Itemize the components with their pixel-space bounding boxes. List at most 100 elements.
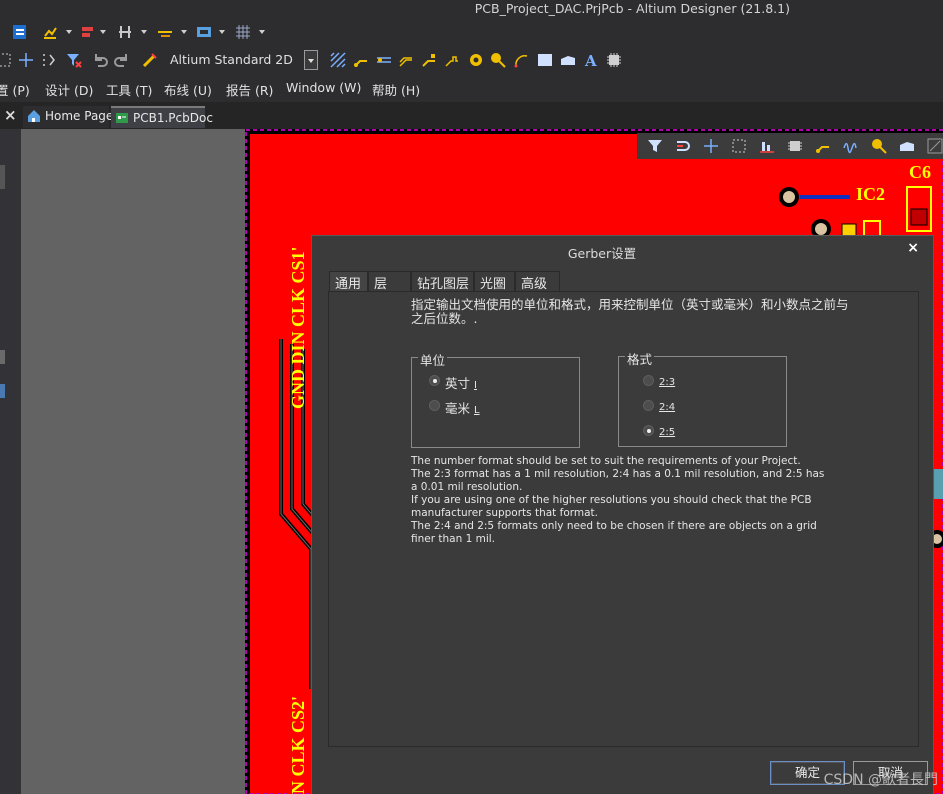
view-config-value: Altium Standard 2D [170,52,293,67]
close-panel-icon[interactable]: × [4,106,17,124]
move-icon[interactable] [18,52,34,68]
menu-tools[interactable]: 工具 (T) [106,80,152,99]
window-titlebar: PCB_Project_DAC.PrjPcb - Altium Designer… [0,0,943,18]
menu-reports[interactable]: 报告 (R) [226,80,273,99]
dialog-titlebar[interactable]: Gerber设置 × [312,236,933,264]
component-icon[interactable] [606,52,622,68]
redo-icon[interactable] [114,52,130,68]
chevron-down-icon[interactable] [141,30,147,34]
route-icon[interactable] [815,138,831,154]
format-2-3-radio[interactable]: 2:3 [643,373,675,389]
menu-help[interactable]: 帮助 (H) [372,80,420,99]
chevron-down-icon[interactable] [66,30,72,34]
tab-home-page[interactable]: Home Page [23,106,113,128]
menu-window[interactable]: Window (W) [286,80,361,95]
dimension-icon[interactable] [927,138,943,154]
dialog-title: Gerber设置 [567,246,637,261]
pcb-toolbar: Altium Standard 2D A [0,46,943,74]
chevron-down-icon[interactable] [219,30,225,34]
highlight-net-icon[interactable] [675,138,691,154]
hatch-icon[interactable] [330,52,346,68]
route-length-icon[interactable] [421,52,437,68]
crosshair-icon[interactable] [703,138,719,154]
multi-route-icon[interactable] [398,52,414,68]
format-group: 格式 2:3 2:4 2:5 [618,349,787,447]
grid-icon[interactable] [235,24,251,40]
units-millimeters-radio[interactable]: 毫米 L [429,398,480,416]
pcb-doc-icon [116,113,128,123]
svg-text:A: A [584,52,597,68]
text-icon[interactable]: A [584,52,600,68]
chevron-down-icon[interactable] [100,30,106,34]
close-icon[interactable]: × [907,240,919,256]
clear-filter-icon[interactable] [66,52,82,68]
format-2-4-radio[interactable]: 2:4 [643,398,675,414]
tab-pcb1-pcbdoc[interactable]: PCB1.PcbDoc [111,106,213,128]
tab-advanced[interactable]: 高级 [515,271,560,292]
align-bottom-icon[interactable] [759,138,775,154]
interactive-route-icon[interactable] [142,52,158,68]
format-2-5-radio[interactable]: 2:5 [643,423,675,439]
gerber-setup-dialog: Gerber设置 × 通用 层 钻孔图层 光圈 高级 指定输出文档使用的单位和格… [311,235,934,794]
tab-layers[interactable]: 层 [368,271,411,292]
switch-icon[interactable] [12,24,28,40]
document-tabbar: × Home Page PCB1.PcbDoc [0,102,943,129]
description-line: The 2:3 format has a 1 mil resolution, 2… [411,468,825,493]
polygon-icon[interactable] [560,52,576,68]
units-group: 单位 英寸 I 毫米 L [411,350,580,448]
radio-label: 英寸 [445,376,471,391]
dimension-icon[interactable] [157,24,173,40]
view-config-combo[interactable]: Altium Standard 2D [166,50,318,70]
diff-pair-icon[interactable] [376,52,392,68]
tab-drill-drawing[interactable]: 钻孔图层 [411,271,474,292]
undo-icon[interactable] [92,52,108,68]
tab-label: PCB1.PcbDoc [133,111,213,125]
description-line: The 2:4 and 2:5 formats only need to be … [411,520,817,545]
general-tab-page: 指定输出文档使用的单位和格式，用来控制单位（英寸或毫米）和小数点之前与之后位数。… [328,291,919,747]
fill-icon[interactable] [537,52,553,68]
units-legend: 单位 [418,350,448,369]
radio-dot [643,425,654,436]
polygon-icon[interactable] [899,138,915,154]
component-icon[interactable] [787,138,803,154]
route-icon[interactable] [353,52,369,68]
chevron-down-icon[interactable] [304,50,318,70]
radio-shortcut: I [474,380,477,391]
intro-text: 指定输出文档使用的单位和格式，用来控制单位（英寸或毫米）和小数点之前与之后位数。… [411,297,849,326]
select-area-icon[interactable] [731,138,747,154]
menu-place[interactable]: 置 (P) [0,80,30,99]
arc-icon[interactable] [513,52,529,68]
tab-apertures[interactable]: 光圈 [474,271,515,292]
silk-ic2-label: IC2 [856,184,885,204]
menu-design[interactable]: 设计 (D) [45,80,93,99]
chevron-down-icon[interactable] [259,30,265,34]
place-icon[interactable] [117,24,133,40]
description-line: If you are using one of the higher resol… [411,494,812,519]
select-rect-icon[interactable] [0,52,12,68]
silk-c6-label: C6 [909,162,931,182]
align-icon[interactable] [80,24,96,40]
panel-scrollbar[interactable] [0,165,5,189]
tab-general[interactable]: 通用 [329,271,368,292]
silk-net-label-top: GND DIN CLK CS1' [288,246,308,409]
room-icon[interactable] [196,24,212,40]
radio-label: 2:4 [659,402,676,413]
align-grid-icon[interactable] [40,52,56,68]
units-inches-radio[interactable]: 英寸 I [429,373,477,391]
panel-handle[interactable] [0,350,5,364]
radio-label: 毫米 [445,401,471,416]
filter-icon[interactable] [647,138,663,154]
tune-length-icon[interactable] [843,138,859,154]
tab-label: Home Page [45,109,114,123]
chevron-down-icon[interactable] [181,30,187,34]
via-icon[interactable] [468,52,484,68]
pad-icon[interactable] [871,138,887,154]
workspace-background [21,129,245,794]
silk-net-label-bottom: N CLK CS2' [288,696,308,794]
chart-icon[interactable] [42,24,58,40]
pad-icon[interactable] [490,52,506,68]
format-description: The number format should be set to suit … [411,455,831,546]
panel-handle[interactable] [0,384,5,398]
menu-route[interactable]: 布线 (U) [164,80,212,99]
tune-icon[interactable] [444,52,460,68]
